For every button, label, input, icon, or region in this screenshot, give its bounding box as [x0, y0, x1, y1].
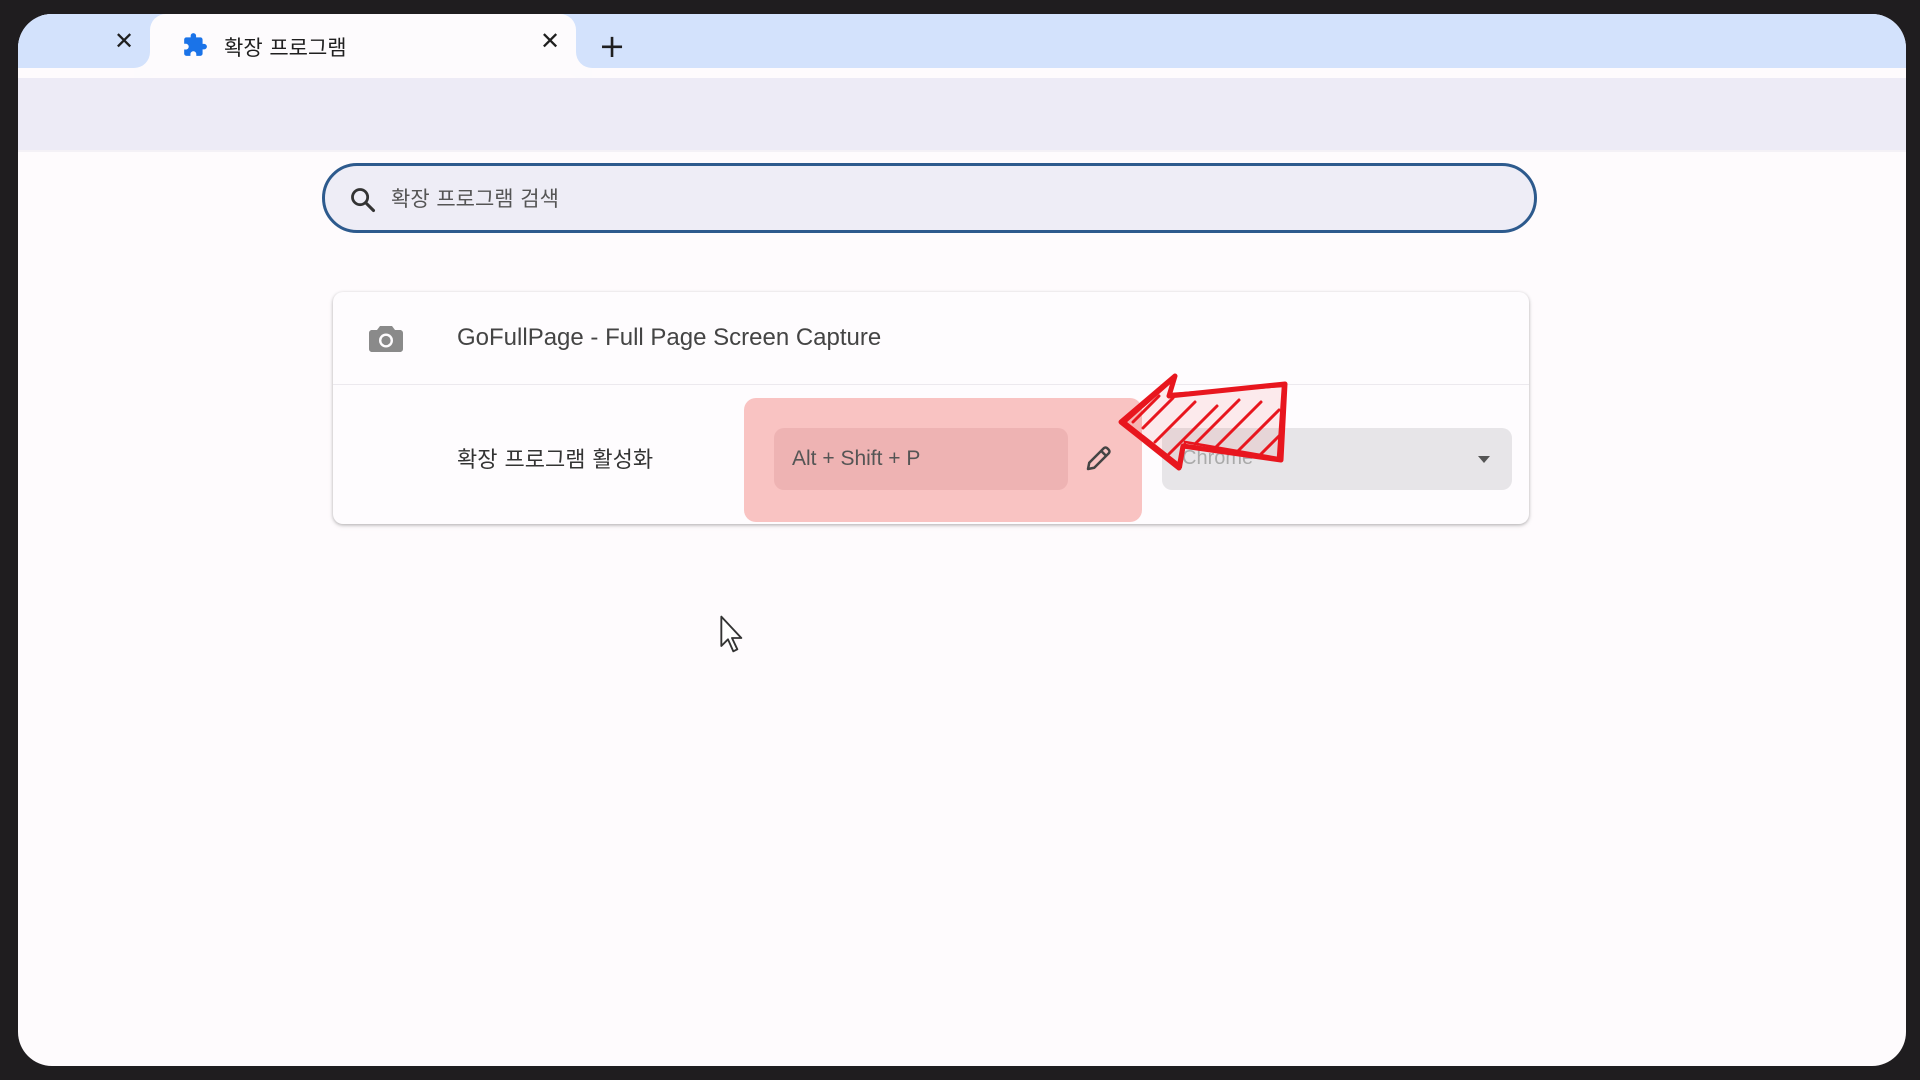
shortcut-field[interactable]: Alt + Shift + P [774, 428, 1068, 490]
tab-previous[interactable]: ✕ [18, 14, 150, 68]
tab-title: 확장 프로그램 [224, 36, 347, 60]
red-arrow-annotation [1118, 373, 1288, 471]
tab-previous-close-icon[interactable]: ✕ [110, 27, 138, 55]
puzzle-icon [184, 33, 207, 56]
pencil-icon[interactable] [1083, 444, 1113, 474]
new-tab-button[interactable]: + [596, 30, 628, 62]
search-input[interactable] [389, 182, 1493, 216]
browser-toolbar [18, 78, 1906, 152]
camera-icon [369, 326, 403, 352]
tab-strip: ✕ 확장 프로그램 ✕ + [18, 14, 1906, 74]
extension-card-header: GoFullPage - Full Page Screen Capture [333, 292, 1529, 385]
search-bar[interactable] [322, 163, 1537, 233]
search-icon [351, 188, 376, 213]
browser-window: ✕ 확장 프로그램 ✕ + GoFullPage - Full Page Scr… [18, 14, 1906, 1066]
mouse-cursor-icon [720, 615, 743, 653]
tab-close-icon[interactable]: ✕ [536, 27, 564, 55]
extension-name: GoFullPage - Full Page Screen Capture [457, 324, 882, 351]
shortcut-row-label: 확장 프로그램 활성화 [457, 448, 654, 473]
tab-extensions[interactable]: 확장 프로그램 ✕ [150, 14, 576, 74]
dropdown-arrow-icon [1478, 456, 1490, 463]
shortcut-value: Alt + Shift + P [792, 447, 921, 470]
extension-card: GoFullPage - Full Page Screen Capture 확장… [333, 292, 1529, 524]
